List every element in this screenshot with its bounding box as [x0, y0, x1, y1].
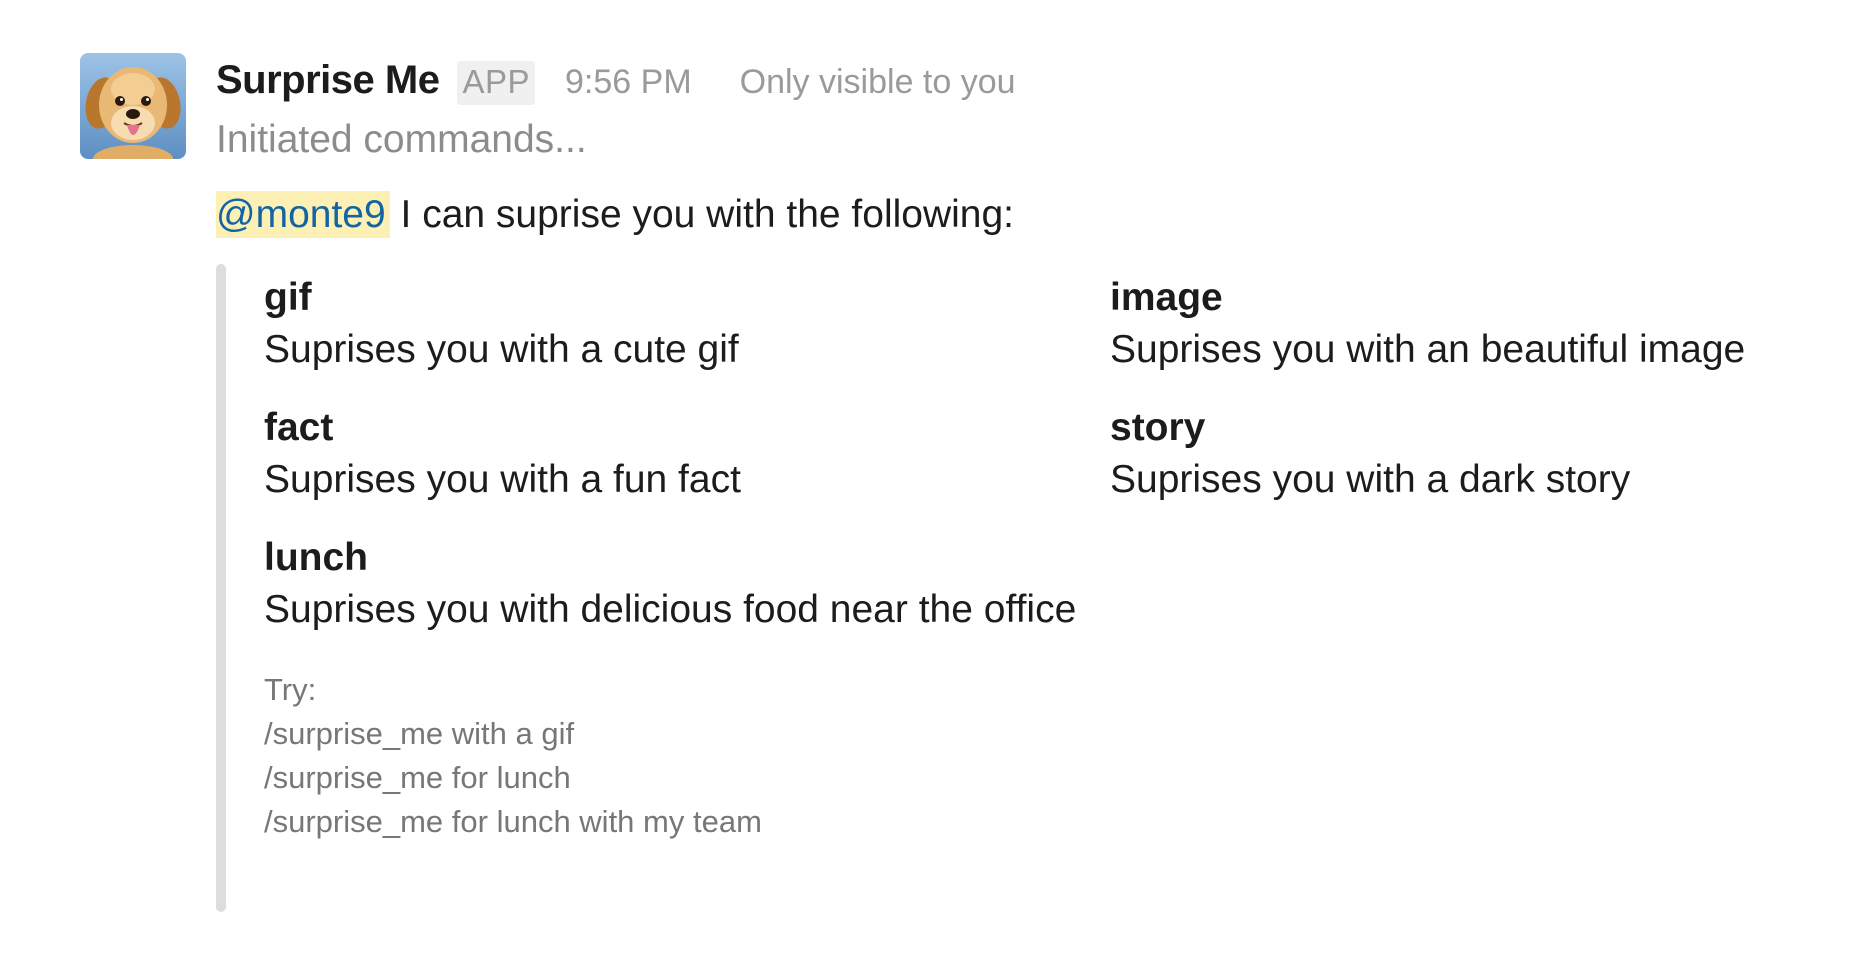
message-subtext: Initiated commands...	[216, 118, 587, 161]
attachment-fields: gif Suprises you with a cute gif image S…	[264, 264, 1824, 638]
visibility-note: Only visible to you	[739, 63, 1016, 101]
footer-example: /surprise_me with a gif	[264, 716, 575, 751]
field-title: fact	[264, 406, 334, 449]
app-badge: APP	[457, 61, 536, 105]
intro-line: @monte9 I can suprise you with the follo…	[216, 188, 1846, 242]
intro-text: I can suprise you with the following:	[389, 193, 1015, 236]
field-value: Suprises you with a dark story	[1110, 458, 1631, 501]
field-value: Suprises you with an beautiful image	[1110, 328, 1746, 371]
attachment: gif Suprises you with a cute gif image S…	[216, 264, 1824, 912]
field-title: image	[1110, 276, 1223, 319]
field-title: gif	[264, 276, 312, 319]
message: Surprise Me APP 9:56 PM Only visible to …	[0, 0, 1868, 960]
attachment-footer: Try: /surprise_me with a gif /surprise_m…	[264, 668, 1824, 844]
field-image: image Suprises you with an beautiful ima…	[1110, 274, 1810, 378]
message-header: Surprise Me APP 9:56 PM Only visible to …	[216, 58, 1846, 110]
field-value: Suprises you with delicious food near th…	[264, 588, 1077, 631]
field-lunch: lunch Suprises you with delicious food n…	[264, 534, 1810, 638]
sender-name[interactable]: Surprise Me	[216, 58, 440, 103]
field-gif: gif Suprises you with a cute gif	[264, 274, 1110, 378]
field-title: story	[1110, 406, 1206, 449]
footer-example: /surprise_me for lunch with my team	[264, 804, 762, 839]
field-story: story Suprises you with a dark story	[1110, 404, 1810, 508]
puppy-avatar-icon	[80, 53, 186, 159]
footer-label: Try:	[264, 672, 317, 707]
field-value: Suprises you with a cute gif	[264, 328, 739, 371]
field-value: Suprises you with a fun fact	[264, 458, 741, 501]
timestamp[interactable]: 9:56 PM	[565, 63, 692, 102]
message-content: Surprise Me APP 9:56 PM Only visible to …	[216, 58, 1846, 912]
user-mention[interactable]: @monte9	[216, 191, 390, 238]
field-title: lunch	[264, 536, 368, 579]
footer-example: /surprise_me for lunch	[264, 760, 571, 795]
avatar[interactable]	[80, 53, 186, 159]
field-fact: fact Suprises you with a fun fact	[264, 404, 1110, 508]
attachment-bar	[216, 264, 226, 912]
